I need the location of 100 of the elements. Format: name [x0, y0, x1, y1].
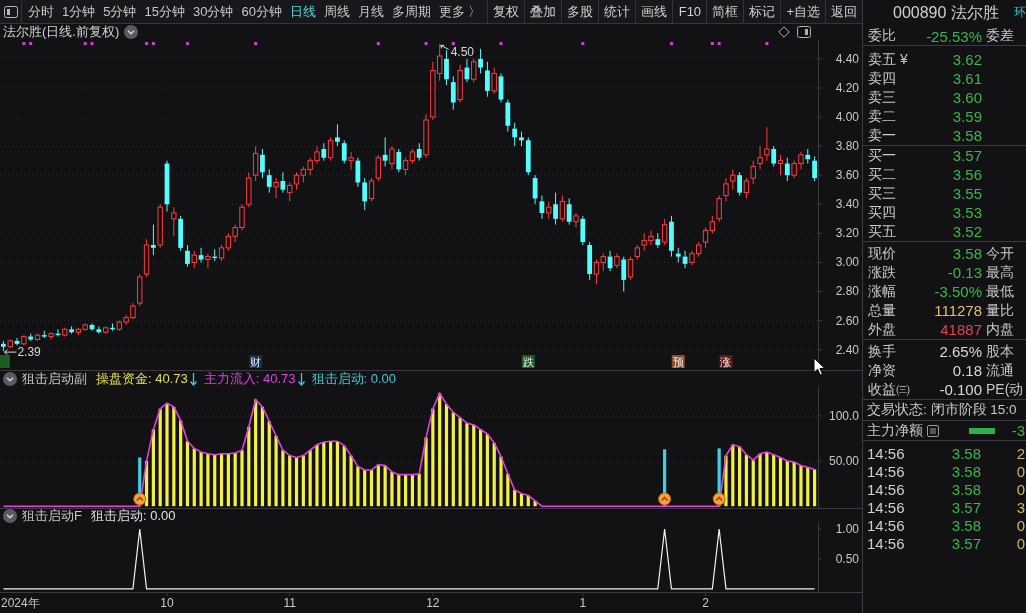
period-tab[interactable]: 60分钟: [237, 0, 286, 23]
toolbar-button[interactable]: 叠加: [524, 0, 562, 23]
field-label: 最高: [986, 263, 1015, 282]
indicator-bar: [369, 470, 374, 507]
field-value: 2.65%: [938, 343, 982, 360]
event-tag[interactable]: 财: [249, 355, 263, 368]
diamond-icon[interactable]: [778, 26, 790, 38]
field-label: 涨跌: [868, 263, 897, 282]
field-value: 3.58: [951, 245, 982, 262]
field-value: -3.50%: [933, 283, 982, 300]
info-mark-icon[interactable]: [90, 42, 94, 45]
axis-label: 3.40: [835, 197, 859, 212]
info-mark-icon[interactable]: [145, 42, 149, 45]
info-mark-icon[interactable]: [83, 42, 87, 45]
indicator-bar: [424, 437, 428, 507]
toolbar-button[interactable]: 统计: [598, 0, 636, 23]
indicator-bar: [499, 456, 503, 507]
field-label: 现价: [868, 244, 897, 263]
leader-arrow-icon: [3, 349, 17, 356]
info-mark-icon[interactable]: [451, 42, 455, 45]
toolbar-button[interactable]: F10: [672, 0, 707, 23]
toolbar-button[interactable]: 简框: [706, 0, 744, 23]
info-mark-icon[interactable]: [22, 42, 26, 45]
high-price-label: 4.50: [450, 45, 475, 60]
indicator-bar: [294, 457, 299, 507]
trade-volume: 0: [1015, 462, 1026, 480]
info-mark-icon[interactable]: [254, 42, 258, 45]
info-mark-icon[interactable]: [717, 42, 721, 45]
period-tab[interactable]: 1分钟: [58, 0, 100, 23]
period-tab[interactable]: 日线: [285, 0, 320, 23]
info-mark-icon[interactable]: [765, 42, 769, 45]
indicator-bar: [274, 435, 278, 507]
event-tag[interactable]: 预: [671, 355, 685, 368]
field-label: 最低: [986, 282, 1015, 301]
info-mark-icon[interactable]: [424, 42, 428, 45]
indicator-bar: [806, 467, 810, 507]
toolbar-button[interactable]: 复权: [487, 0, 525, 23]
ask-level-label: 卖一: [868, 126, 897, 145]
axis-label: 4.00: [835, 110, 859, 125]
indicator-bar: [206, 453, 210, 507]
info-mark-icon[interactable]: [499, 42, 503, 45]
dropdown-icon[interactable]: [3, 372, 17, 386]
indicator-bar: [799, 465, 803, 507]
indicator-bar: [744, 454, 749, 507]
axis-label: 3.20: [835, 226, 859, 241]
indicator-bar: [363, 470, 367, 507]
indicator-bar: [738, 446, 742, 507]
indicator-bar: [213, 454, 217, 507]
axis-label: 2: [702, 596, 709, 610]
indicator-bar: [519, 493, 524, 507]
info-mark-icon[interactable]: [29, 42, 33, 45]
toolbar-button[interactable]: 画线: [635, 0, 673, 23]
period-tab[interactable]: 分时: [24, 0, 58, 23]
period-tab[interactable]: 月线: [353, 0, 388, 23]
toolbar-button[interactable]: 标记: [743, 0, 781, 23]
bid-level-label: 买三: [868, 184, 897, 203]
field-label: 量比: [986, 301, 1015, 320]
info-mark-icon[interactable]: [669, 42, 673, 45]
indicator-bar: [785, 461, 789, 507]
list-icon[interactable]: [927, 424, 939, 437]
trade-volume: 2: [1015, 444, 1026, 462]
indicator-bar: [301, 455, 305, 507]
event-tag[interactable]: 跌: [521, 355, 535, 368]
bid-level-label: 买一: [868, 146, 897, 165]
ask-price: 3.58: [951, 127, 982, 144]
trade-price: 3.58: [950, 462, 981, 480]
period-tab[interactable]: 30分钟: [188, 0, 238, 23]
indicator-bar: [731, 444, 735, 507]
period-tab[interactable]: 周线: [319, 0, 354, 23]
indicator-bar: [281, 450, 285, 507]
info-mark-icon[interactable]: [581, 42, 585, 45]
indicator-bar: [410, 474, 414, 507]
indicator-bar: [315, 444, 319, 507]
field-label: 今开: [986, 244, 1015, 263]
info-mark-icon[interactable]: [151, 42, 155, 45]
axis-label: 12: [426, 596, 440, 610]
trade-price: 3.58: [950, 444, 981, 462]
dropdown-icon[interactable]: [124, 25, 139, 39]
leader-arrow-icon: [440, 44, 450, 50]
toolbar-button[interactable]: 多股: [561, 0, 599, 23]
indicator-bar: [376, 464, 380, 507]
toolbar-button[interactable]: +自选: [780, 0, 825, 23]
indicator-bar: [404, 474, 408, 507]
info-mark-icon[interactable]: [185, 42, 189, 45]
sector-label[interactable]: 环: [1014, 4, 1026, 21]
period-tab[interactable]: 更多 〉: [434, 0, 486, 23]
indicator-bar: [758, 453, 762, 507]
axis-label: 100.0: [828, 408, 859, 423]
info-mark-icon[interactable]: [710, 42, 714, 45]
toolbar-button[interactable]: 返回: [825, 0, 862, 23]
ask-price: 3.59: [951, 108, 982, 125]
dropdown-icon[interactable]: [3, 509, 17, 523]
period-tab[interactable]: 5分钟: [99, 0, 141, 23]
field-label: 内盘: [986, 320, 1015, 339]
field-value: 41887: [939, 321, 982, 338]
panel-toggle-icon[interactable]: [797, 26, 811, 38]
period-tab[interactable]: 多周期: [387, 0, 435, 23]
event-tag[interactable]: 涨: [719, 355, 733, 368]
info-mark-icon[interactable]: [376, 42, 380, 45]
period-tab[interactable]: 15分钟: [140, 0, 189, 23]
